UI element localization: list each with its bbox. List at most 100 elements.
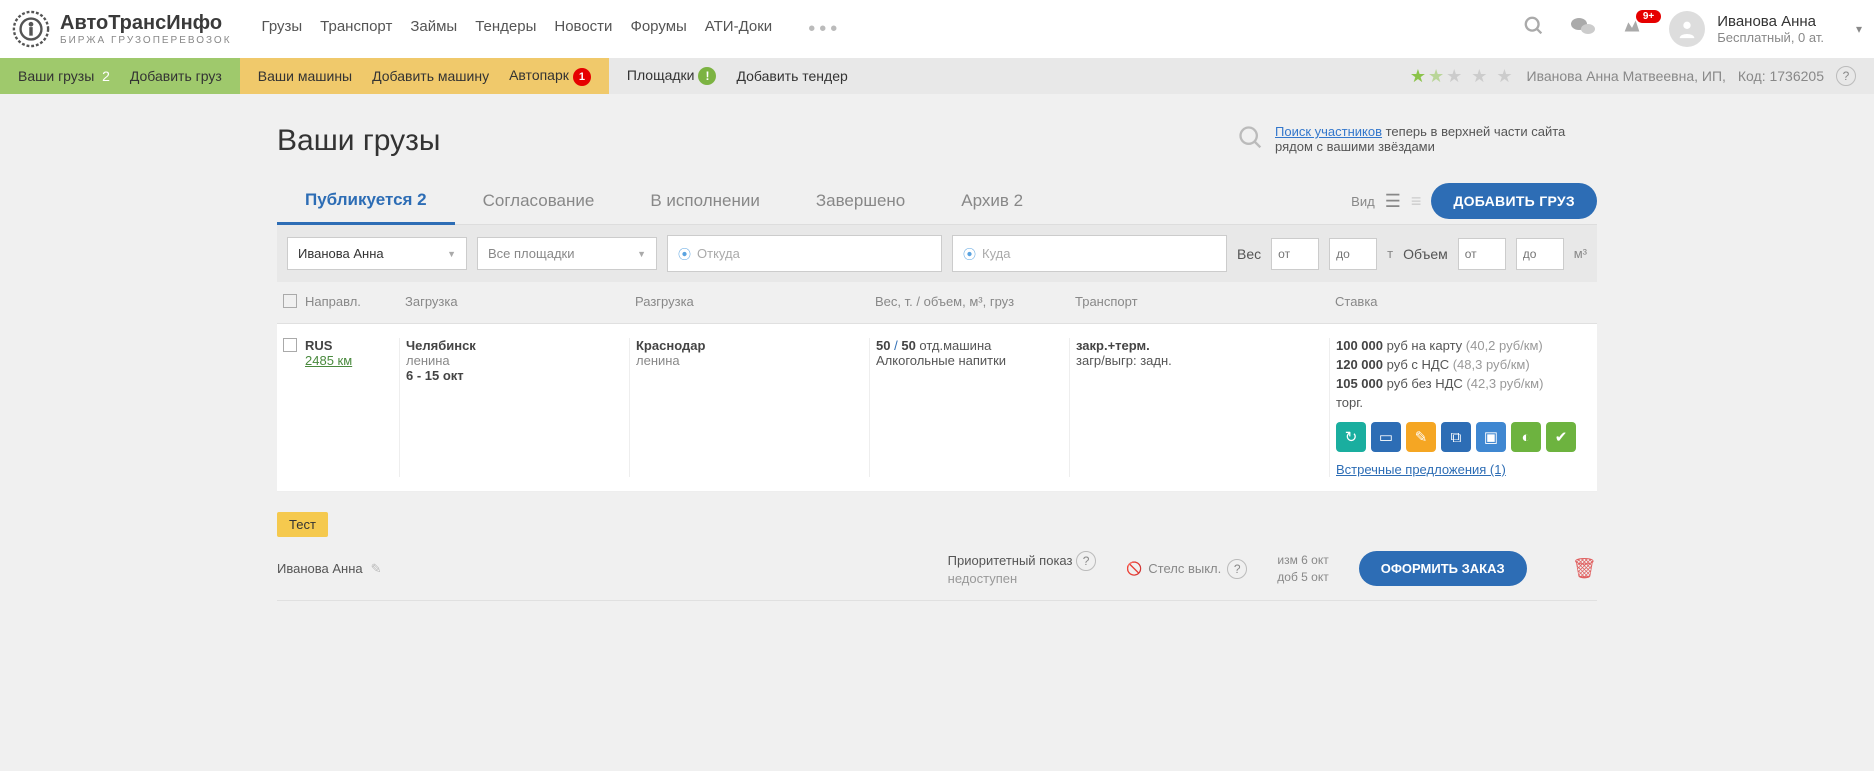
- pencil-icon[interactable]: ✎: [371, 561, 382, 577]
- notification-badge: 9+: [1636, 10, 1661, 23]
- refresh-icon[interactable]: ↻: [1336, 422, 1366, 452]
- nav-transport[interactable]: Транспорт: [320, 18, 392, 41]
- page-title: Ваши грузы: [277, 124, 440, 158]
- select-all-checkbox[interactable]: [283, 294, 297, 308]
- help-icon[interactable]: ?: [1836, 66, 1856, 86]
- header-right: 9+ Иванова Анна Бесплатный, 0 ат. ▾: [1523, 11, 1862, 47]
- cell-weight: 50 / 50 отд.машина Алкогольные напитки: [869, 338, 1069, 477]
- subnav-vehicle-section: Ваши машины Добавить машину Автопарк1: [240, 58, 609, 94]
- counter-offers-link[interactable]: Встречные предложения (1): [1336, 462, 1591, 477]
- main-header: АвтоТрансИнфо БИРЖА ГРУЗОПЕРЕВОЗОК Грузы…: [0, 0, 1874, 58]
- col-unloading[interactable]: Разгрузка: [629, 294, 869, 311]
- tabs-row: Публикуется 2 Согласование В исполнении …: [277, 178, 1597, 225]
- cargo-row[interactable]: RUS 2485 км Челябинск ленина 6 - 15 окт …: [277, 324, 1597, 492]
- cell-direction: RUS 2485 км: [299, 338, 399, 477]
- weight-label: Вес: [1237, 246, 1261, 262]
- user-menu[interactable]: Иванова Анна Бесплатный, 0 ат. ▾: [1669, 11, 1862, 47]
- subnav-add-tender[interactable]: Добавить тендер: [736, 68, 847, 84]
- subnav-cargo-section: Ваши грузы 2 Добавить груз: [0, 58, 240, 94]
- tab-archive[interactable]: Архив 2: [933, 179, 1051, 223]
- more-icon[interactable]: •••: [808, 18, 841, 41]
- main-nav: Грузы Транспорт Займы Тендеры Новости Фо…: [262, 18, 842, 41]
- row-checkbox[interactable]: [283, 338, 297, 352]
- col-loading[interactable]: Загрузка: [399, 294, 629, 311]
- trash-icon[interactable]: 🗑: [1572, 556, 1597, 581]
- col-transport[interactable]: Транспорт: [1069, 294, 1329, 311]
- avatar-icon: [1669, 11, 1705, 47]
- eye-off-icon: 🚫: [1126, 561, 1142, 577]
- comment-icon[interactable]: ▭: [1371, 422, 1401, 452]
- col-rate[interactable]: Ставка: [1329, 294, 1597, 311]
- priority-block: Приоритетный показ ? недоступен: [948, 551, 1096, 586]
- platforms-badge: !: [698, 67, 716, 85]
- col-weight[interactable]: Вес, т. / объем, м³, груз: [869, 294, 1069, 311]
- view-label: Вид: [1351, 194, 1375, 209]
- cell-loading: Челябинск ленина 6 - 15 окт: [399, 338, 629, 477]
- toggle-icon[interactable]: ◐: [1511, 422, 1541, 452]
- subnav-add-cargo[interactable]: Добавить груз: [130, 68, 222, 84]
- tab-completed[interactable]: Завершено: [788, 179, 933, 223]
- logo-block[interactable]: АвтоТрансИнфо БИРЖА ГРУЗОПЕРЕВОЗОК: [12, 10, 232, 48]
- volume-label: Объем: [1403, 246, 1448, 262]
- search-hint-icon: [1237, 124, 1265, 155]
- table-header: Направл. Загрузка Разгрузка Вес, т. / об…: [277, 282, 1597, 324]
- edit-icon[interactable]: ✎: [1406, 422, 1436, 452]
- submit-order-button[interactable]: ОФОРМИТЬ ЗАКАЗ: [1359, 551, 1527, 586]
- nav-tenders[interactable]: Тендеры: [475, 18, 536, 41]
- tab-execution[interactable]: В исполнении: [622, 179, 788, 223]
- to-input[interactable]: ⦿Куда: [952, 235, 1227, 272]
- weight-to-input[interactable]: [1329, 238, 1377, 270]
- check-icon[interactable]: ✔: [1546, 422, 1576, 452]
- rating-stars[interactable]: ★★★ ★ ★: [1410, 66, 1515, 87]
- bottom-row: Иванова Анна ✎ Приоритетный показ ? недо…: [277, 537, 1597, 601]
- search-members-link[interactable]: Поиск участников: [1275, 124, 1382, 139]
- volume-from-input[interactable]: [1458, 238, 1506, 270]
- add-cargo-button[interactable]: ДОБАВИТЬ ГРУЗ: [1431, 183, 1597, 219]
- subnav-platforms[interactable]: Площадки!: [627, 67, 717, 85]
- help-icon[interactable]: ?: [1076, 551, 1096, 571]
- search-icon[interactable]: [1523, 15, 1545, 43]
- nav-loans[interactable]: Займы: [410, 18, 457, 41]
- logo-icon: [12, 10, 50, 48]
- from-input[interactable]: ⦿Откуда: [667, 235, 942, 272]
- user-name: Иванова Анна: [1717, 13, 1824, 30]
- col-direction[interactable]: Направл.: [299, 294, 399, 311]
- subnav-your-vehicles[interactable]: Ваши машины: [258, 68, 352, 84]
- test-tag[interactable]: Тест: [277, 512, 328, 537]
- platforms-select[interactable]: Все площадки: [477, 237, 657, 270]
- logo-title: АвтоТрансИнфо: [60, 12, 232, 35]
- view-list-icon[interactable]: ☰: [1385, 191, 1401, 212]
- filters-bar: Иванова Анна Все площадки ⦿Откуда ⦿Куда …: [277, 225, 1597, 282]
- truck-icon[interactable]: ▣: [1476, 422, 1506, 452]
- owner-name: Иванова Анна ✎: [277, 561, 382, 577]
- cell-rate: 100 000 руб на карту (40,2 руб/км) 120 0…: [1329, 338, 1597, 477]
- dates-block: изм 6 окт доб 5 окт: [1277, 552, 1328, 586]
- user-select[interactable]: Иванова Анна: [287, 237, 467, 270]
- help-icon[interactable]: ?: [1227, 559, 1247, 579]
- content: Ваши грузы Поиск участников теперь в вер…: [207, 94, 1667, 621]
- tons-unit: т: [1387, 246, 1393, 261]
- notifications-icon[interactable]: 9+: [1621, 15, 1643, 43]
- distance-link[interactable]: 2485 км: [305, 353, 352, 368]
- subnav-add-vehicle[interactable]: Добавить машину: [372, 68, 489, 84]
- nav-docs[interactable]: АТИ-Доки: [705, 18, 772, 41]
- sub-header: Ваши грузы 2 Добавить груз Ваши машины Д…: [0, 58, 1874, 94]
- nav-cargo[interactable]: Грузы: [262, 18, 303, 41]
- nav-news[interactable]: Новости: [554, 18, 612, 41]
- autopark-badge: 1: [573, 68, 591, 86]
- stealth-toggle[interactable]: 🚫 Стелс выкл. ?: [1126, 559, 1247, 579]
- pin-icon: ⦿: [678, 244, 691, 263]
- pin-icon: ⦿: [963, 244, 976, 263]
- nav-forums[interactable]: Форумы: [630, 18, 686, 41]
- subnav-autopark[interactable]: Автопарк1: [509, 67, 591, 86]
- weight-from-input[interactable]: [1271, 238, 1319, 270]
- copy-icon[interactable]: ⧉: [1441, 422, 1471, 452]
- tab-publishing[interactable]: Публикуется 2: [277, 178, 455, 225]
- subnav-your-cargo[interactable]: Ваши грузы 2: [18, 68, 110, 84]
- volume-to-input[interactable]: [1516, 238, 1564, 270]
- logo-subtitle: БИРЖА ГРУЗОПЕРЕВОЗОК: [60, 35, 232, 46]
- m3-unit: м³: [1574, 246, 1587, 261]
- view-grid-icon[interactable]: ≡: [1411, 191, 1422, 212]
- tab-agreement[interactable]: Согласование: [455, 179, 623, 223]
- chat-icon[interactable]: [1571, 15, 1595, 43]
